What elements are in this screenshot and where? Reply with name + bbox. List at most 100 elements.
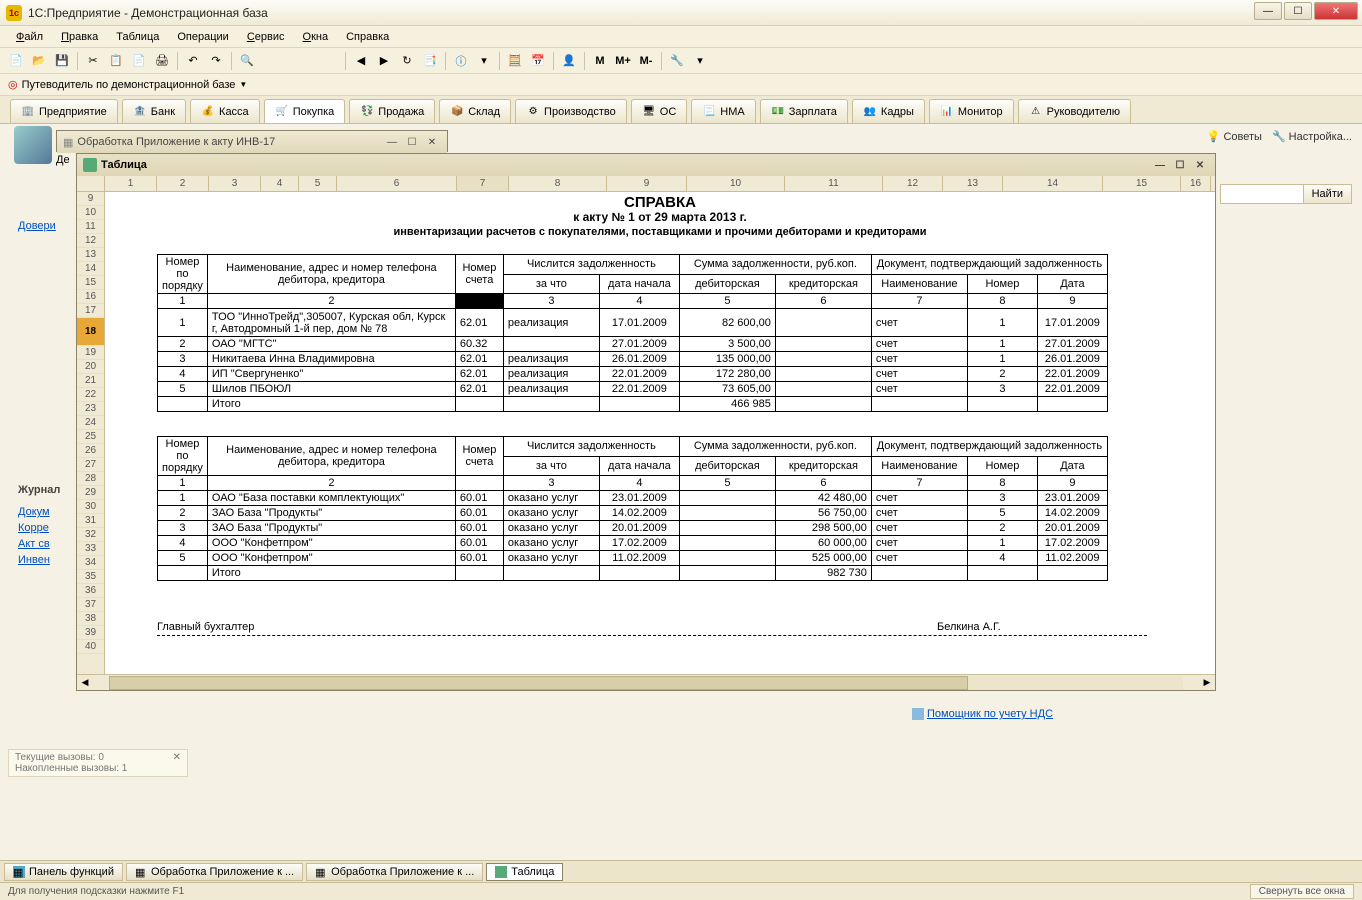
trust-link[interactable]: Довери <box>18 220 56 232</box>
sheet-minimize-button[interactable]: — <box>1151 157 1169 173</box>
scroll-left-icon[interactable]: ◀ <box>77 677 93 688</box>
task-processing-2[interactable]: ▦Обработка Приложение к ... <box>306 863 483 881</box>
tab-bank[interactable]: 🏦Банк <box>122 99 186 123</box>
nav-back-icon[interactable]: ◀ <box>351 51 371 71</box>
redo-icon[interactable]: ↷ <box>206 51 226 71</box>
calendar-icon[interactable]: 📅 <box>528 51 548 71</box>
target-icon: ◎ <box>8 78 18 91</box>
print-icon[interactable]: 🖨 <box>152 51 172 71</box>
status-hint: Для получения подсказки нажмите F1 <box>8 886 184 897</box>
paste-icon[interactable]: 📄 <box>129 51 149 71</box>
building-icon: 🏢 <box>21 105 35 119</box>
app-logo-icon: 1c <box>6 5 22 21</box>
tab-warehouse[interactable]: 📦Склад <box>439 99 511 123</box>
sale-icon: 💱 <box>360 105 374 119</box>
column-headers: 1 2 3 4 5 6 7 8 9 10 11 12 13 14 15 16 <box>77 176 1215 192</box>
journal-link-1[interactable]: Корре <box>18 522 74 534</box>
tab-sale[interactable]: 💱Продажа <box>349 99 435 123</box>
sheet-maximize-button[interactable]: ☐ <box>1171 157 1189 173</box>
app-titlebar: 1c 1С:Предприятие - Демонстрационная баз… <box>0 0 1362 26</box>
guidebar[interactable]: ◎ Путеводитель по демонстрационной базе … <box>0 74 1362 96</box>
maximize-button[interactable]: ☐ <box>1284 2 1312 20</box>
settings-link[interactable]: 🔧Настройка... <box>1272 130 1352 143</box>
minimize-button[interactable]: — <box>1254 2 1282 20</box>
search-button[interactable]: Найти <box>1303 184 1352 204</box>
task-functions-panel[interactable]: ▦Панель функций <box>4 863 123 881</box>
menu-help[interactable]: Справка <box>338 29 397 45</box>
mdi-maximize-button[interactable]: ☐ <box>403 134 421 150</box>
tips-link[interactable]: 💡Советы <box>1207 130 1262 143</box>
wrench-icon: 🔧 <box>1272 130 1286 143</box>
info-icon[interactable]: ⓘ <box>451 51 471 71</box>
box-icon: 📦 <box>450 105 464 119</box>
tab-nma[interactable]: 📃НМА <box>691 99 755 123</box>
m-minus-icon[interactable]: M- <box>636 51 656 71</box>
calls-stored: Накопленные вызовы: 1 <box>15 763 181 774</box>
menu-table[interactable]: Таблица <box>108 29 167 45</box>
journal-link-2[interactable]: Акт св <box>18 538 74 550</box>
search-icon[interactable]: 🔍 <box>237 51 257 71</box>
doc-subtitle2: инвентаризации расчетов с покупателями, … <box>105 226 1215 242</box>
open-icon[interactable]: 📂 <box>29 51 49 71</box>
tab-staff[interactable]: 👥Кадры <box>852 99 925 123</box>
accountant-role: Главный бухгалтер <box>157 621 937 633</box>
close-button[interactable]: ✕ <box>1314 2 1358 20</box>
tab-os[interactable]: 🖥ОС <box>631 99 688 123</box>
sheet-title: Таблица <box>101 159 1151 171</box>
copy2-icon[interactable]: 📑 <box>420 51 440 71</box>
tab-salary[interactable]: 💵Зарплата <box>760 99 848 123</box>
journal-link-3[interactable]: Инвен <box>18 554 74 566</box>
gear-icon: ⚙ <box>526 105 540 119</box>
mdi-minimize-button[interactable]: — <box>383 134 401 150</box>
menu-service[interactable]: Сервис <box>239 29 293 45</box>
refresh-icon[interactable]: ↻ <box>397 51 417 71</box>
doc-icon: 📃 <box>702 105 716 119</box>
task-table[interactable]: Таблица <box>486 863 563 881</box>
mdi-close-button[interactable]: ✕ <box>423 134 441 150</box>
debtors-table: Номер по порядку Наименование, адрес и н… <box>157 254 1108 412</box>
dropdown2-icon[interactable]: ▾ <box>690 51 710 71</box>
cells-area[interactable]: СПРАВКА к акту № 1 от 29 марта 2013 г. и… <box>105 192 1215 674</box>
horizontal-scrollbar[interactable]: ◀ ▶ <box>77 674 1215 690</box>
vat-assistant-link[interactable]: Помощник по учету НДС <box>912 708 1053 720</box>
tab-purchase[interactable]: 🛒Покупка <box>264 99 346 123</box>
save-icon[interactable]: 💾 <box>52 51 72 71</box>
menu-windows[interactable]: Окна <box>295 29 337 45</box>
tab-monitor[interactable]: 📊Монитор <box>929 99 1014 123</box>
calls-close-icon[interactable]: ✕ <box>173 752 181 763</box>
undo-icon[interactable]: ↶ <box>183 51 203 71</box>
nav-fwd-icon[interactable]: ▶ <box>374 51 394 71</box>
calc-icon[interactable]: 🧮 <box>505 51 525 71</box>
table-row: 1ОАО "База поставки комплектующих"60.01о… <box>158 491 1108 506</box>
guidebar-label: Путеводитель по демонстрационной базе <box>22 79 236 91</box>
dropdown-icon[interactable]: ▾ <box>474 51 494 71</box>
tab-production[interactable]: ⚙Производство <box>515 99 627 123</box>
m-plus-icon[interactable]: M+ <box>613 51 633 71</box>
search-input[interactable] <box>1220 184 1308 204</box>
sheet-titlebar[interactable]: Таблица — ☐ ✕ <box>77 154 1215 176</box>
creditors-table: Номер по порядку Наименование, адрес и н… <box>157 436 1108 581</box>
menu-edit[interactable]: Правка <box>53 29 106 45</box>
tab-cash[interactable]: 💰Касса <box>190 99 260 123</box>
tab-enterprise[interactable]: 🏢Предприятие <box>10 99 118 123</box>
selected-cell[interactable] <box>455 294 503 309</box>
tools-icon[interactable]: 🔧 <box>667 51 687 71</box>
m-icon[interactable]: M <box>590 51 610 71</box>
user-icon[interactable]: 👤 <box>559 51 579 71</box>
menu-operations[interactable]: Операции <box>169 29 236 45</box>
scroll-thumb[interactable] <box>109 676 968 690</box>
new-icon[interactable]: 📄 <box>6 51 26 71</box>
task-processing-1[interactable]: ▦Обработка Приложение к ... <box>126 863 303 881</box>
selected-row-header[interactable]: 18 <box>77 318 104 346</box>
journal-link-0[interactable]: Докум <box>18 506 74 518</box>
cart-icon: 🛒 <box>275 105 289 119</box>
mdi-titlebar[interactable]: ▦ Обработка Приложение к акту ИНВ-17 — ☐… <box>57 131 447 153</box>
copy-icon[interactable]: 📋 <box>106 51 126 71</box>
section-tabs: 🏢Предприятие 🏦Банк 💰Касса 🛒Покупка 💱Прод… <box>0 96 1362 124</box>
cut-icon[interactable]: ✂ <box>83 51 103 71</box>
tab-manager[interactable]: ⚠Руководителю <box>1018 99 1131 123</box>
menu-file[interactable]: Файл <box>8 29 51 45</box>
sheet-close-button[interactable]: ✕ <box>1191 157 1209 173</box>
collapse-all-button[interactable]: Свернуть все окна <box>1250 884 1354 899</box>
scroll-right-icon[interactable]: ▶ <box>1199 677 1215 688</box>
